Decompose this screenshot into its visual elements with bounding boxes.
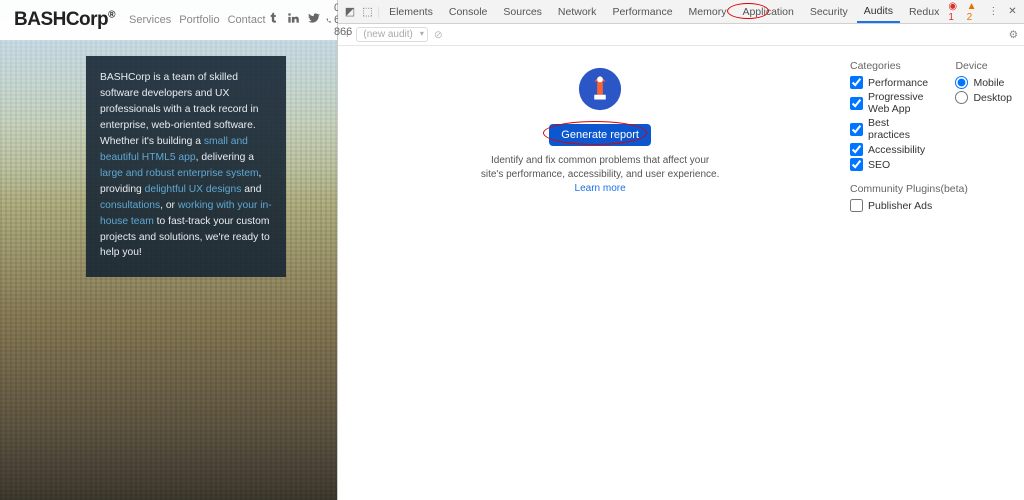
tab-network[interactable]: Network [551, 2, 604, 22]
device-toggle-icon[interactable]: ⬚ [360, 5, 375, 18]
site-header: BASHCorp® Services Portfolio Contact 012… [0, 0, 337, 40]
kebab-icon[interactable]: ⋮ [986, 6, 1001, 17]
cat-bestpractices[interactable]: Best practices [850, 117, 931, 141]
site-logo[interactable]: BASHCorp® [14, 9, 115, 31]
link-enterprise[interactable]: large and robust enterprise system [100, 168, 259, 179]
device-mobile[interactable]: Mobile [955, 76, 1012, 89]
tab-performance[interactable]: Performance [605, 2, 679, 22]
plugins-heading: Community Plugins(beta) [850, 183, 1012, 195]
website-pane: BASHCorp® Services Portfolio Contact 012… [0, 0, 337, 500]
cat-seo[interactable]: SEO [850, 158, 931, 171]
generate-report-button[interactable]: Generate report [549, 124, 651, 146]
tab-console[interactable]: Console [442, 2, 495, 22]
tab-application[interactable]: Application [735, 2, 800, 22]
device-heading: Device [955, 60, 1012, 72]
inspect-icon[interactable]: ◩ [342, 5, 357, 18]
cat-accessibility[interactable]: Accessibility [850, 143, 931, 156]
tumblr-icon[interactable] [266, 11, 280, 30]
tab-redux[interactable]: Redux [902, 2, 946, 22]
phone-icon [326, 15, 331, 26]
tab-elements[interactable]: Elements [382, 2, 440, 22]
error-count[interactable]: ◉ 1 [948, 1, 962, 23]
tab-memory[interactable]: Memory [682, 2, 734, 22]
lighthouse-icon [577, 66, 623, 112]
tab-security[interactable]: Security [803, 2, 855, 22]
intro-card: BASHCorp is a team of skilled software d… [86, 56, 286, 277]
nav-services[interactable]: Services [129, 14, 171, 26]
nav-contact[interactable]: Contact [228, 14, 266, 26]
audits-body: Generate report Identify and fix common … [338, 46, 1024, 500]
tab-sources[interactable]: Sources [496, 2, 549, 22]
tab-audits[interactable]: Audits [857, 1, 900, 23]
learn-more-link[interactable]: Learn more [575, 183, 626, 194]
audit-select[interactable]: (new audit) [356, 27, 427, 42]
linkedin-icon[interactable] [286, 11, 300, 30]
nav-portfolio[interactable]: Portfolio [179, 14, 219, 26]
device-desktop[interactable]: Desktop [955, 91, 1012, 104]
cat-pwa[interactable]: Progressive Web App [850, 91, 931, 115]
gear-icon[interactable]: ⚙ [1009, 29, 1018, 41]
clear-icon[interactable]: ⊘ [434, 29, 443, 41]
social-icons [266, 11, 320, 30]
devtools-panel: ◩ ⬚ | Elements Console Sources Network P… [337, 0, 1024, 500]
categories-heading: Categories [850, 60, 931, 72]
site-nav: Services Portfolio Contact [129, 14, 265, 26]
twitter-icon[interactable] [306, 11, 320, 30]
close-icon[interactable]: ✕ [1005, 6, 1020, 17]
cat-performance[interactable]: Performance [850, 76, 931, 89]
link-consultations[interactable]: consultations [100, 200, 160, 211]
devtools-tabbar: ◩ ⬚ | Elements Console Sources Network P… [338, 0, 1024, 24]
link-ux[interactable]: delightful UX designs [145, 184, 242, 195]
audits-toolbar: + (new audit) ⊘ ⚙ [338, 24, 1024, 46]
warning-count[interactable]: ▲ 2 [967, 1, 982, 23]
plugin-publisher-ads[interactable]: Publisher Ads [850, 199, 1012, 212]
audits-description: Identify and fix common problems that af… [480, 154, 720, 196]
